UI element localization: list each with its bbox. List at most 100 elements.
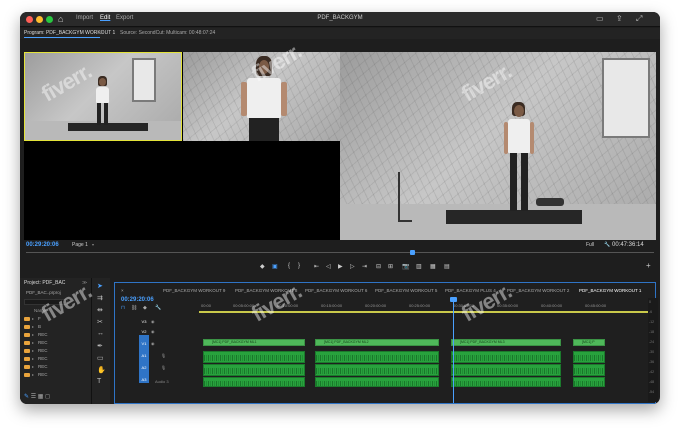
project-search-input[interactable] [24,299,68,305]
tab-sequence-workout-5[interactable]: PDF_BACKGYM WORKOUT 5 [375,288,437,293]
audio-clip[interactable] [451,377,561,387]
multicam-angle-1[interactable] [24,52,182,141]
track-tag[interactable]: V2 [139,329,149,334]
project-panel-title[interactable]: Project: PDF_BAC [24,280,65,286]
tab-sequence-plus-4[interactable]: PDF_BACKGYM PLUS 4 [445,288,496,293]
eye-icon[interactable]: ◉ [151,319,155,324]
track-select-tool-icon[interactable]: ⇉ [97,294,103,302]
list-view-icon[interactable]: ☰ [31,394,36,400]
track-tag[interactable]: A1 [139,353,149,358]
chevron-right-icon[interactable]: ▸ [32,356,34,361]
timeline-timecode[interactable]: 00:29:20:06 [121,297,154,303]
tab-sequence-workout-1[interactable]: PDF_BACKGYM WORKOUT 1 [579,288,641,293]
audio-clip[interactable] [203,364,305,376]
icon-view-icon[interactable]: ▦ [38,394,44,400]
fullscreen-icon[interactable]: ⤢ [636,14,642,24]
multicam-toggle-icon[interactable]: ▦ [430,263,436,270]
safe-margins-icon[interactable]: ▣ [272,263,278,270]
bin-row[interactable]: ▸ REC [24,372,48,379]
panel-menu-icon[interactable]: ≡ [100,30,103,36]
program-viewer[interactable] [24,52,656,240]
tab-sequence-workout-9[interactable]: PDF_BACKGYM WORKOUT 9 [163,288,225,293]
scrub-bar[interactable] [26,252,654,253]
timeline-playhead[interactable] [453,299,454,403]
wrench-icon[interactable]: 🔧 [604,242,610,248]
chevron-right-icon[interactable]: ▸ [32,316,34,321]
eye-icon[interactable]: ◉ [151,329,155,334]
selection-tool-icon[interactable]: ➤ [97,282,103,290]
play-icon[interactable]: ▶ [338,263,343,270]
audio-clip[interactable] [451,351,561,363]
step-back-icon[interactable]: ◁ [326,263,331,270]
audio-clip[interactable] [203,351,305,363]
track-tag[interactable]: V3 [139,319,149,324]
audio-clip[interactable] [573,351,605,363]
type-tool-icon[interactable]: T [97,378,101,385]
audio-clip[interactable] [451,364,561,376]
add-button-icon[interactable]: + [646,261,651,270]
timeline-panel[interactable]: × PDF_BACKGYM WORKOUT 9 PDF_BACKGYM WORK… [114,282,656,404]
chevron-right-icon[interactable]: ▸ [32,364,34,369]
pen-tool-icon[interactable]: ✒ [97,342,103,350]
track-tag[interactable]: V1 [139,341,149,346]
microphone-icon[interactable]: 🎙 [161,365,166,370]
add-marker-icon[interactable]: ◆ [143,305,147,311]
mark-out-icon[interactable]: } [298,263,300,269]
audio-clip[interactable] [573,364,605,376]
workspace-icon[interactable]: ▭ [596,14,604,23]
chevron-down-icon[interactable]: ▾ [92,242,94,247]
multicam-angle-2[interactable] [183,52,341,141]
hand-tool-icon[interactable]: ✋ [97,366,106,374]
audio-clip[interactable] [573,377,605,387]
bin-row[interactable]: ▸ REC [24,364,48,371]
go-to-out-icon[interactable]: ⇥ [362,263,367,270]
chevron-right-icon[interactable]: ▸ [32,372,34,377]
playhead-timecode[interactable]: 00:29:20:06 [26,242,59,248]
share-icon[interactable]: ⇪ [616,14,623,23]
close-icon[interactable]: × [121,288,124,293]
tab-sequence-workout-6[interactable]: PDF_BACKGYM WORKOUT 6 [305,288,367,293]
extract-icon[interactable]: ⊞ [388,263,393,270]
audio-clip[interactable] [315,377,439,387]
go-to-in-icon[interactable]: ⇤ [314,263,319,270]
eye-icon[interactable]: ◉ [151,341,155,346]
mark-in-icon[interactable]: { [288,263,290,269]
linked-selection-icon[interactable]: ⛓ [131,305,137,311]
chevron-right-icon[interactable]: ▸ [32,340,34,345]
playhead-handle[interactable] [450,297,457,302]
audio-clip[interactable] [315,364,439,376]
timeline-settings-icon[interactable]: 🔧 [155,305,161,311]
freeform-view-icon[interactable]: ◻ [45,394,50,400]
name-column-header[interactable]: Name [34,308,46,313]
program-output-frame[interactable] [340,52,656,240]
rectangle-tool-icon[interactable]: ▭ [97,354,104,362]
bin-row[interactable]: ▸ REC [24,332,48,339]
bin-row[interactable]: ▸ REC [24,340,48,347]
bin-row[interactable]: ▸ REC [24,348,48,355]
comparison-view-icon[interactable]: ▥ [416,263,422,270]
scrub-playhead[interactable] [410,250,415,255]
razor-tool-icon[interactable]: ✂ [97,318,103,326]
proxy-toggle-icon[interactable]: ▤ [444,263,450,270]
snap-icon[interactable]: ⊓ [121,305,125,311]
bin-row[interactable]: ▸ REC [24,356,48,363]
lift-icon[interactable]: ⊟ [376,263,381,270]
chevron-right-icon[interactable]: ▸ [32,332,34,337]
more-panels-icon[interactable]: ≫ [82,280,87,286]
page-select[interactable]: Page 1 [72,242,88,248]
chevron-right-icon[interactable]: ▸ [32,324,34,329]
chevron-right-icon[interactable]: ▸ [32,348,34,353]
audio-clip[interactable] [315,351,439,363]
work-area-bar[interactable] [199,311,651,313]
video-clip[interactable]: [MC1] PDF_BACKGYM ML2 [315,339,439,346]
tab-sequence-workout-2[interactable]: PDF_BACKGYM WORKOUT 2 [507,288,569,293]
track-tag[interactable]: A3 [139,377,149,382]
track-tag[interactable]: A2 [139,365,149,370]
step-forward-icon[interactable]: ▷ [350,263,355,270]
video-clip[interactable]: [MC1] PDF_BACKGYM ML1 [203,339,305,346]
bin-row[interactable]: ▸ B [24,324,41,331]
bin-row[interactable]: ▸ F [24,316,41,323]
resolution-select[interactable]: Full [586,242,594,248]
add-marker-icon[interactable]: ◆ [260,263,265,270]
ripple-edit-tool-icon[interactable]: ⇹ [97,306,103,314]
